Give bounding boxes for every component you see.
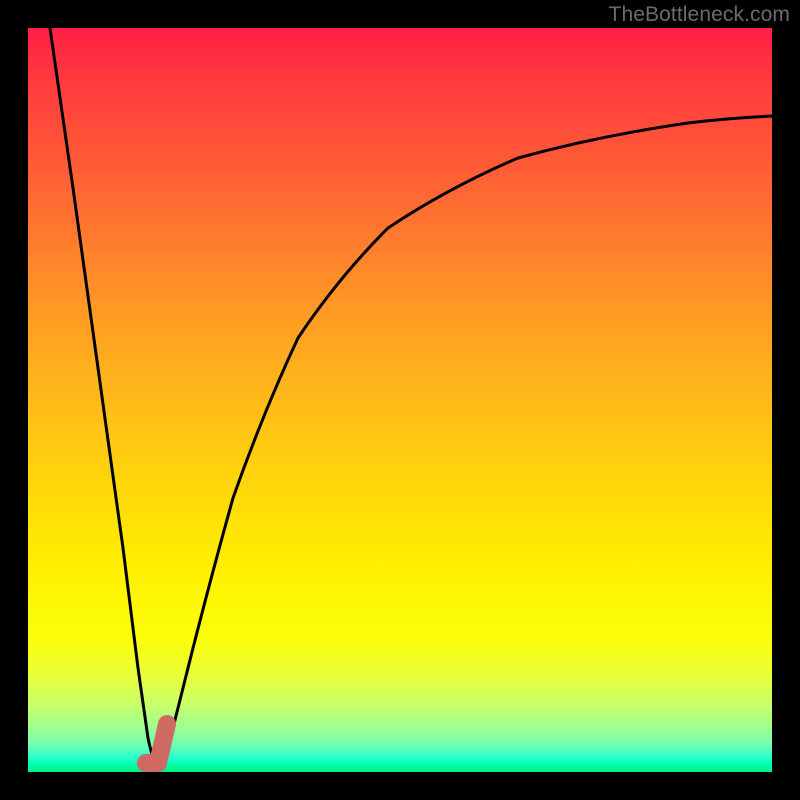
chart-frame: TheBottleneck.com — [0, 0, 800, 800]
bottleneck-curve — [50, 28, 772, 763]
watermark-text: TheBottleneck.com — [609, 3, 790, 27]
curve-layer — [28, 28, 772, 772]
plot-area — [28, 28, 772, 772]
